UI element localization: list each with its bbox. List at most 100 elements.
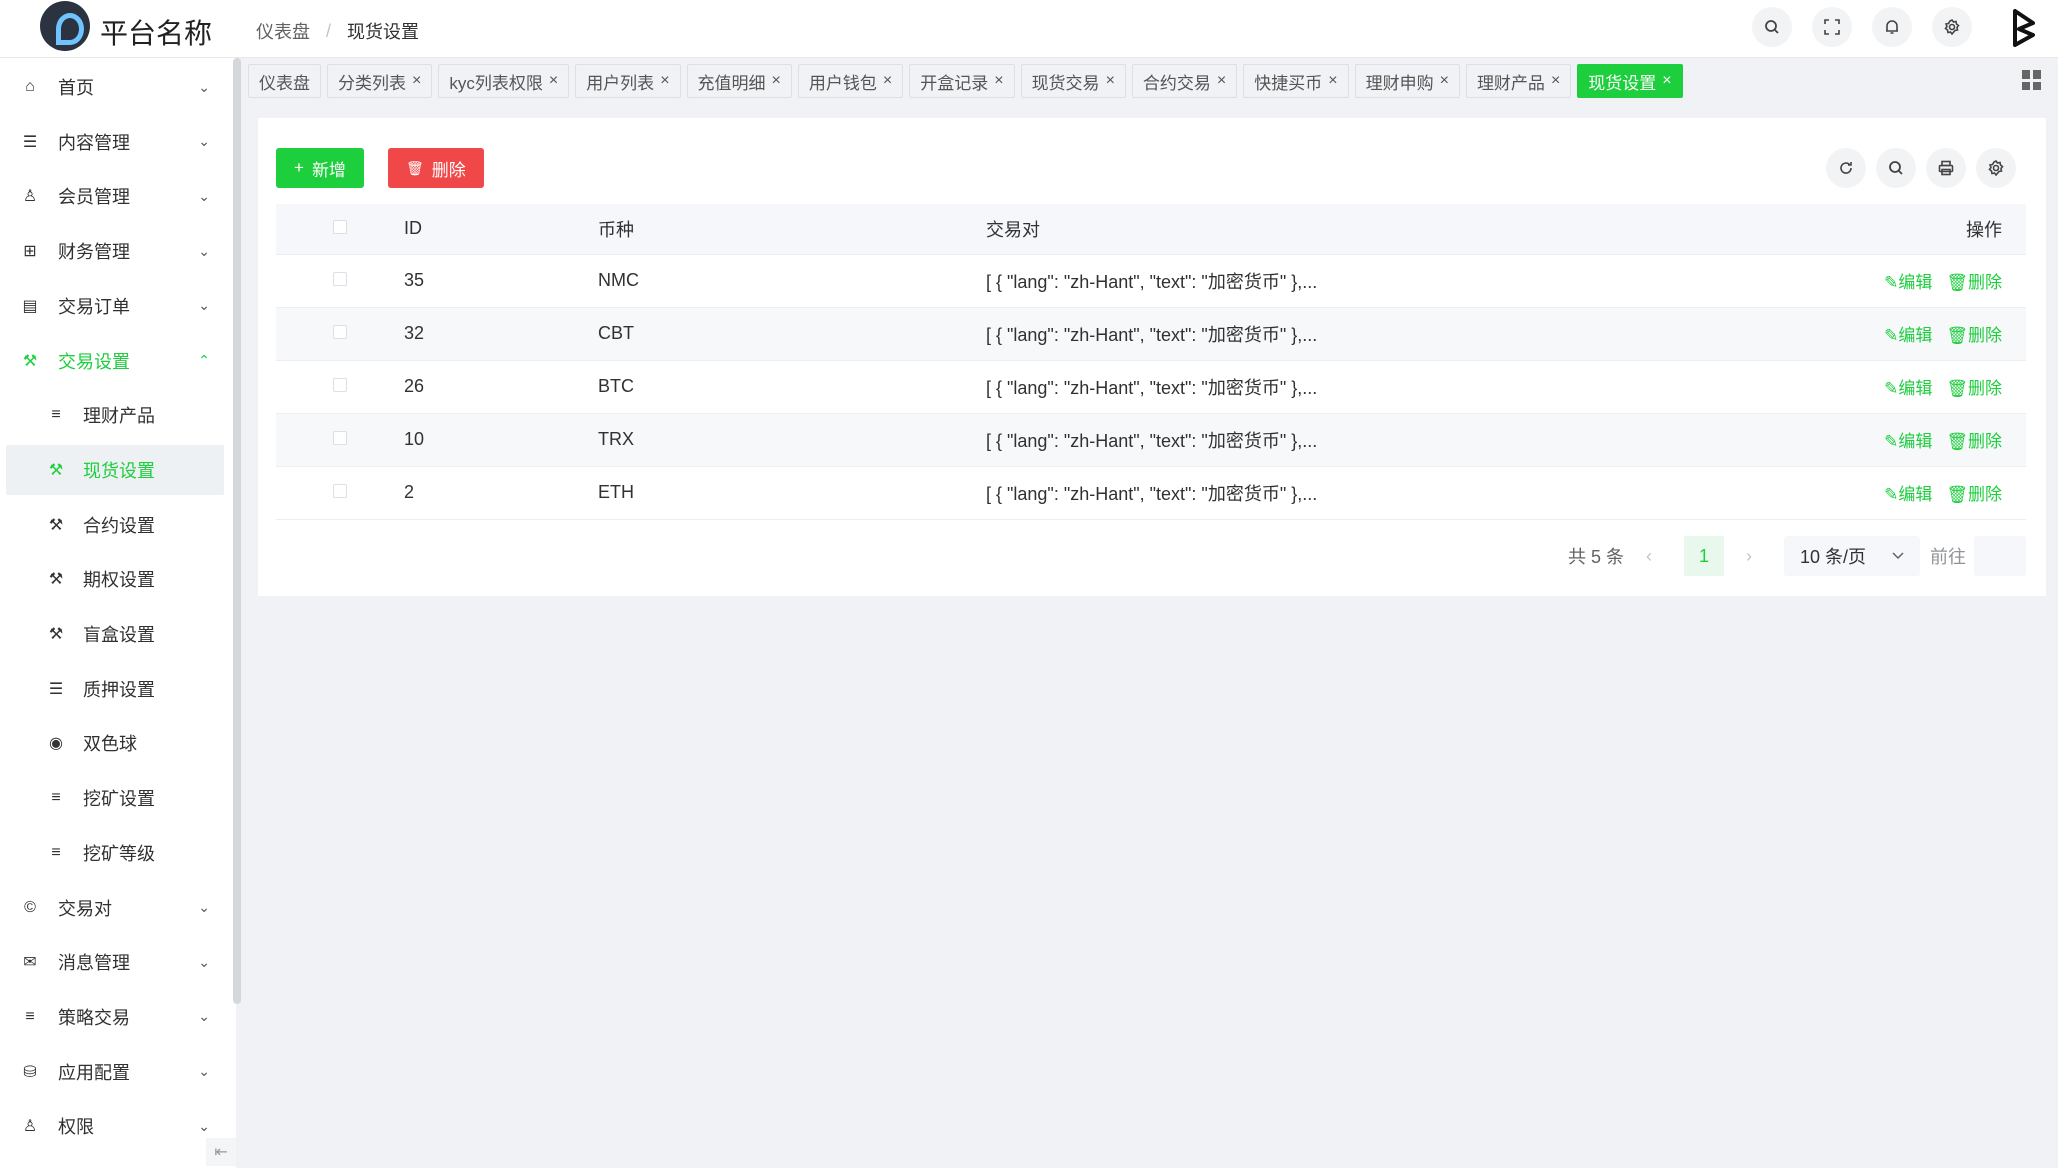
- add-button[interactable]: + 新增: [276, 148, 364, 188]
- tab-3[interactable]: 用户列表 ×: [575, 64, 681, 98]
- pagination-prev-button[interactable]: ‹: [1646, 536, 1652, 576]
- trash-icon: 🗑: [406, 159, 424, 176]
- goto-page-input[interactable]: [1974, 536, 2026, 576]
- tab-1[interactable]: 分类列表 ×: [327, 64, 433, 98]
- fullscreen-icon[interactable]: [1812, 7, 1852, 47]
- close-icon[interactable]: ×: [549, 72, 558, 90]
- sidebar-item-5[interactable]: ⚒ 交易设置 ⌃: [6, 336, 224, 386]
- close-icon[interactable]: ×: [1662, 72, 1671, 90]
- tab-7[interactable]: 现货交易 ×: [1020, 64, 1126, 98]
- sidebar-item-3[interactable]: ⊞ 财务管理 ⌄: [6, 226, 224, 276]
- close-icon[interactable]: ×: [883, 72, 892, 90]
- edit-button[interactable]: ✎编辑: [1884, 432, 1932, 451]
- config-icon: ⛁: [23, 1063, 37, 1081]
- row-checkbox[interactable]: [333, 325, 347, 339]
- column-header-id[interactable]: ID: [404, 204, 598, 255]
- tab-label: 理财产品: [1476, 73, 1545, 93]
- table-row[interactable]: 26 BTC[ { "lang": "zh-Hant", "text": "加密货…: [276, 360, 2026, 414]
- edit-button[interactable]: ✎编辑: [1884, 273, 1932, 292]
- row-delete-button[interactable]: 🗑删除: [1946, 326, 2002, 345]
- table-row[interactable]: 10 TRX[ { "lang": "zh-Hant", "text": "加密货…: [276, 413, 2026, 467]
- sidebar-item-15[interactable]: © 交易对 ⌄: [6, 883, 224, 933]
- print-icon[interactable]: [1926, 148, 1966, 188]
- search-icon[interactable]: [1752, 7, 1792, 47]
- column-header-pair[interactable]: 交易对: [986, 204, 1694, 255]
- sidebar-item-8[interactable]: ⚒ 合约设置: [6, 500, 224, 550]
- cell-actions: ✎编辑 🗑删除: [1693, 466, 2026, 520]
- tab-6[interactable]: 开盒记录 ×: [909, 64, 1015, 98]
- tab-12[interactable]: 现货设置 ×: [1577, 64, 1683, 98]
- close-icon[interactable]: ×: [660, 72, 669, 90]
- tab-11[interactable]: 理财产品 ×: [1465, 64, 1572, 98]
- sidebar-item-7[interactable]: ⚒ 现货设置: [6, 444, 224, 495]
- tab-5[interactable]: 用户钱包 ×: [797, 64, 904, 98]
- row-checkbox[interactable]: [333, 431, 347, 445]
- table-row[interactable]: 32 CBT[ { "lang": "zh-Hant", "text": "加密货…: [276, 307, 2026, 361]
- row-delete-button[interactable]: 🗑删除: [1946, 379, 2002, 398]
- sidebar-item-11[interactable]: ☰ 质押设置: [6, 664, 224, 714]
- refresh-icon[interactable]: [1826, 148, 1866, 188]
- sidebar-collapse-button[interactable]: ⇤: [206, 1138, 236, 1166]
- tab-8[interactable]: 合约交易 ×: [1131, 64, 1238, 98]
- sidebar-item-0[interactable]: ⌂ 首页 ⌄: [6, 62, 224, 112]
- close-icon[interactable]: ×: [1328, 72, 1337, 90]
- close-icon[interactable]: ×: [1551, 72, 1560, 90]
- tab-label: 合约交易: [1142, 73, 1211, 93]
- sidebar-item-9[interactable]: ⚒ 期权设置: [6, 554, 224, 604]
- user-avatar[interactable]: [2000, 4, 2048, 52]
- sidebar-item-16[interactable]: ✉ 消息管理 ⌄: [6, 937, 224, 987]
- tab-0[interactable]: 仪表盘: [248, 64, 321, 98]
- sidebar-item-14[interactable]: ≡ 挖矿等级: [6, 828, 224, 878]
- sidebar-item-4[interactable]: ▤ 交易订单 ⌄: [6, 281, 224, 331]
- column-settings-icon[interactable]: [1976, 148, 2016, 188]
- tab-2[interactable]: kyc列表权限 ×: [438, 64, 570, 98]
- close-icon[interactable]: ×: [412, 72, 421, 90]
- sidebar-scrollbar[interactable]: [233, 58, 241, 1004]
- gear-icon[interactable]: [1932, 7, 1972, 47]
- sidebar-item-2[interactable]: ♙ 会员管理 ⌄: [6, 171, 224, 221]
- edit-button[interactable]: ✎编辑: [1884, 326, 1932, 345]
- row-delete-button[interactable]: 🗑删除: [1946, 432, 2002, 451]
- pagination-next-button[interactable]: ›: [1746, 536, 1752, 576]
- pagination-page-1[interactable]: 1: [1684, 536, 1724, 576]
- table-search-icon[interactable]: [1876, 148, 1916, 188]
- row-checkbox[interactable]: [333, 484, 347, 498]
- tab-9[interactable]: 快捷买币 ×: [1243, 64, 1349, 98]
- row-checkbox[interactable]: [333, 272, 347, 286]
- sidebar-item-1[interactable]: ☰ 内容管理 ⌄: [6, 117, 224, 167]
- column-header-coin[interactable]: 币种: [598, 204, 986, 255]
- delete-button[interactable]: 🗑 删除: [388, 148, 484, 188]
- row-delete-button[interactable]: 🗑删除: [1946, 273, 2002, 292]
- row-checkbox[interactable]: [333, 378, 347, 392]
- sidebar-item-17[interactable]: ≡ 策略交易 ⌄: [6, 992, 224, 1042]
- sidebar-item-18[interactable]: ⛁ 应用配置 ⌄: [6, 1047, 224, 1097]
- wrench-icon: ⚒: [48, 571, 64, 589]
- platform-logo[interactable]: [40, 1, 90, 51]
- close-icon[interactable]: ×: [1217, 72, 1226, 90]
- sidebar-item-19[interactable]: ♙ 权限 ⌄: [6, 1101, 224, 1151]
- page-size-select[interactable]: 10 条/页: [1784, 536, 1920, 576]
- table-row[interactable]: 35 NMC[ { "lang": "zh-Hant", "text": "加密货…: [276, 254, 2026, 308]
- chevron-down-icon: ⌄: [198, 1008, 210, 1025]
- sidebar-item-6[interactable]: ≡ 理财产品: [6, 390, 224, 440]
- sidebar-item-13[interactable]: ≡ 挖矿设置: [6, 773, 224, 823]
- close-icon[interactable]: ×: [772, 72, 781, 90]
- tab-menu-icon[interactable]: [2022, 70, 2042, 90]
- close-icon[interactable]: ×: [994, 72, 1003, 90]
- tab-label: 仪表盘: [259, 73, 310, 93]
- chevron-down-icon: ⌄: [198, 1063, 210, 1080]
- edit-button[interactable]: ✎编辑: [1884, 379, 1932, 398]
- breadcrumb-dashboard[interactable]: 仪表盘: [256, 18, 310, 44]
- edit-button[interactable]: ✎编辑: [1884, 485, 1932, 504]
- tab-10[interactable]: 理财申购 ×: [1354, 64, 1460, 98]
- select-all-checkbox[interactable]: [333, 220, 347, 235]
- sidebar-item-12[interactable]: ◉ 双色球: [6, 718, 224, 768]
- tab-4[interactable]: 充值明细 ×: [686, 64, 792, 98]
- bell-icon[interactable]: [1872, 7, 1912, 47]
- table-row[interactable]: 2 ETH[ { "lang": "zh-Hant", "text": "加密货币…: [276, 466, 2026, 520]
- sidebar-item-label: 质押设置: [83, 679, 155, 700]
- close-icon[interactable]: ×: [1440, 72, 1449, 90]
- close-icon[interactable]: ×: [1106, 72, 1115, 90]
- row-delete-button[interactable]: 🗑删除: [1946, 485, 2002, 504]
- sidebar-item-10[interactable]: ⚒ 盲盒设置: [6, 609, 224, 659]
